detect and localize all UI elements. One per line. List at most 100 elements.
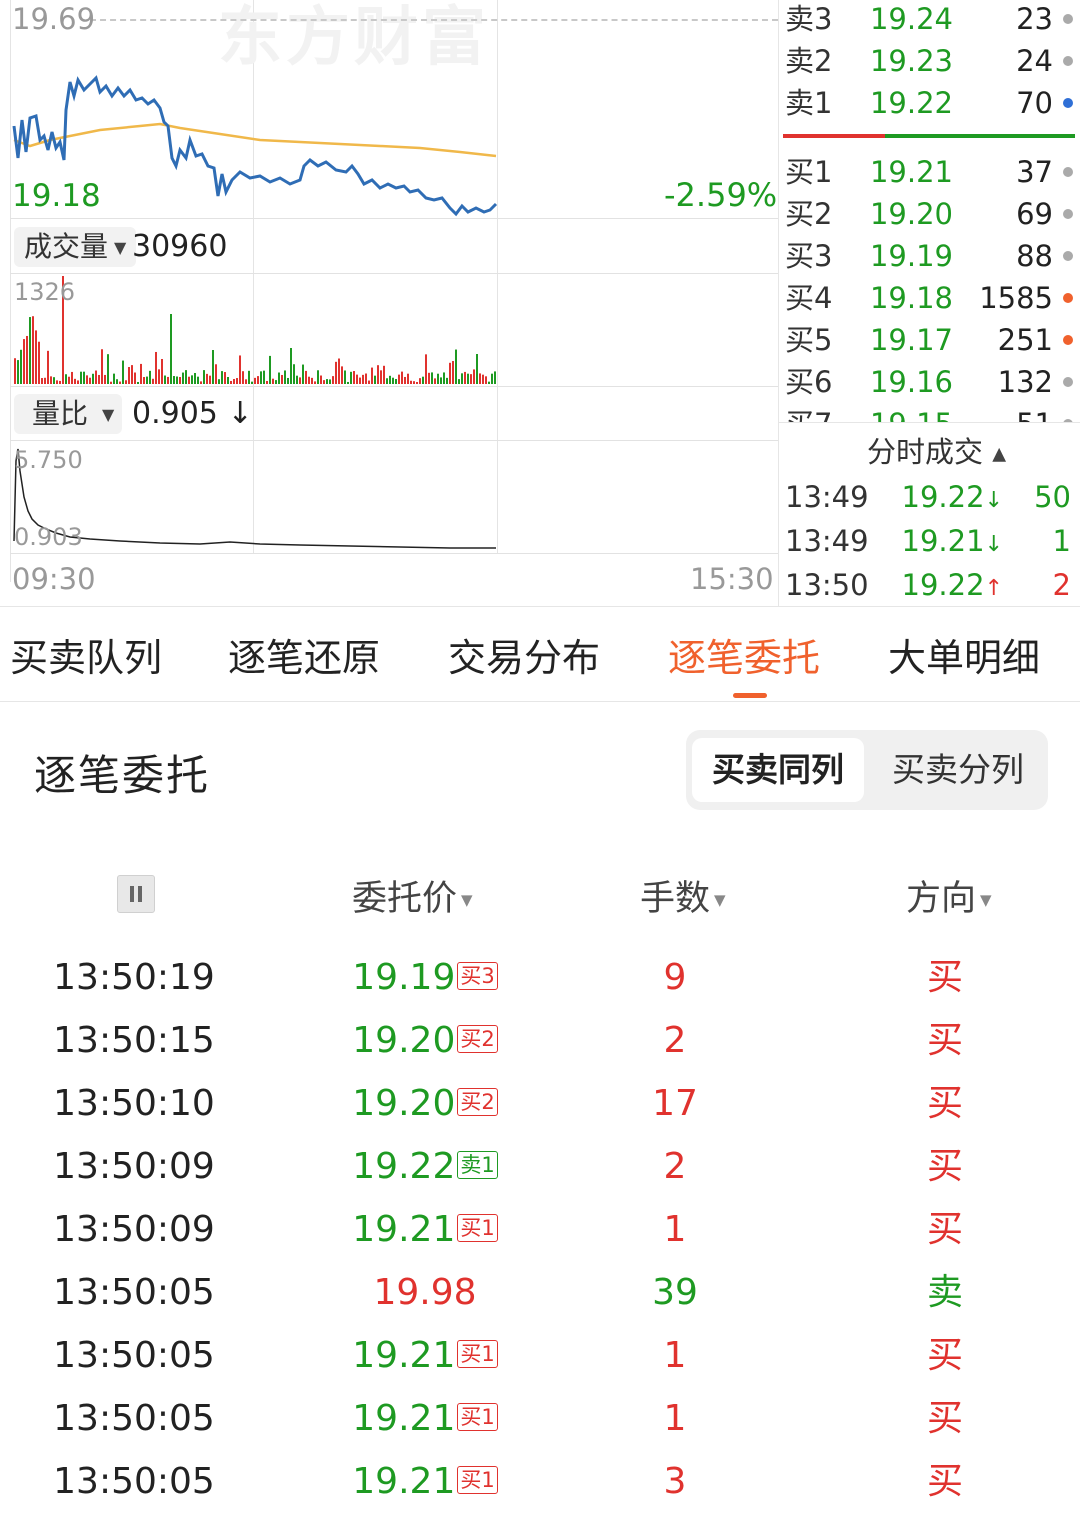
toggle-split-column[interactable]: 买卖分列 — [876, 738, 1040, 802]
header-direction[interactable]: 方向 ▼ — [906, 870, 992, 921]
layout-toggle: 买卖同列 买卖分列 — [686, 730, 1048, 810]
level-label: 买4 — [785, 281, 833, 315]
table-row[interactable]: 13:50:05 19.21 买1 3 买 — [0, 1450, 1080, 1513]
order-time: 13:50:09 — [53, 1209, 215, 1250]
order-time: 13:50:09 — [53, 1146, 215, 1187]
volume-bar — [299, 377, 301, 384]
volume-bar — [452, 361, 454, 384]
volume-bar — [353, 371, 355, 384]
table-row[interactable]: 13:50:10 19.20 买2 17 买 — [0, 1072, 1080, 1135]
volume-bar — [332, 376, 334, 384]
table-row[interactable]: 13:50:05 19.21 买1 1 买 — [0, 1387, 1080, 1450]
volume-bar — [140, 363, 142, 384]
intraday-chart[interactable]: 东方财富 19.69 19.18 -2.59% 成交量 ▼ 30960 1326 … — [0, 0, 778, 606]
volume-bar — [440, 377, 442, 384]
volume-bar — [50, 376, 52, 384]
volume-bar — [197, 376, 199, 384]
trade-time: 13:50 — [785, 568, 869, 602]
volume-bar — [356, 374, 358, 384]
tab-large-order-detail[interactable]: 大单明细 — [888, 627, 1040, 682]
volume-bar — [377, 365, 379, 384]
trade-price-value: 19.21 — [901, 524, 985, 558]
order-time: 13:50:05 — [53, 1272, 215, 1313]
volume-bar — [188, 376, 190, 384]
header-lots[interactable]: 手数 ▼ — [640, 870, 726, 921]
volume-bar — [179, 377, 181, 384]
volume-indicator-dropdown[interactable]: 成交量 ▼ — [14, 227, 137, 267]
table-row[interactable]: 13:50:05 19.98 39 卖 — [0, 1261, 1080, 1324]
volume-bar — [404, 376, 406, 384]
tab-trade-distribution[interactable]: 交易分布 — [448, 627, 600, 682]
level-price: 19.19 — [869, 239, 953, 273]
order-price: 19.20 买2 — [300, 1009, 550, 1072]
table-row[interactable]: 13:50:09 19.22 卖1 2 买 — [0, 1135, 1080, 1198]
order-book-row[interactable]: 买6 19.16 132 — [785, 361, 1075, 403]
time-sales-panel[interactable]: 分时成交 ▲ 13:49 19.22↓ 50 13:49 19.21↓ 1 13:50 19.… — [779, 422, 1080, 606]
level-price: 19.23 — [869, 44, 953, 78]
pause-icon[interactable] — [117, 875, 155, 913]
volume-bar — [239, 355, 241, 384]
order-price-value: 19.21 — [352, 1209, 456, 1250]
ratio-indicator-dropdown[interactable]: 量比 ▼ — [14, 394, 123, 434]
volume-bar — [389, 375, 391, 384]
chart-divider — [10, 386, 778, 387]
volume-bar — [29, 317, 31, 384]
header-order-price[interactable]: 委托价 ▼ — [352, 870, 473, 921]
table-row[interactable]: 13:50:19 19.19 买3 9 买 — [0, 946, 1080, 1009]
tab-tick-restore[interactable]: 逐笔还原 — [228, 627, 380, 682]
volume-bar — [428, 372, 430, 384]
tab-bid-ask-queue[interactable]: 买卖队列 — [10, 627, 162, 682]
volume-bar — [143, 377, 145, 384]
volume-bar — [104, 374, 106, 384]
time-start-label: 09:30 — [12, 562, 96, 596]
order-book-row[interactable]: 卖1 19.22 70 — [785, 82, 1075, 124]
order-book-row[interactable]: 买3 19.19 88 — [785, 235, 1075, 277]
time-sales-header[interactable]: 分时成交 ▲ — [867, 429, 1006, 471]
ratio-chart-svg — [13, 448, 496, 549]
table-row[interactable]: 13:50:15 19.20 买2 2 买 — [0, 1009, 1080, 1072]
level-dot-icon — [1063, 209, 1073, 219]
level-price: 19.18 — [869, 281, 953, 315]
volume-bar — [191, 375, 193, 384]
order-book-row[interactable]: 买4 19.18 1585 — [785, 277, 1075, 319]
price-chart-svg — [12, 75, 498, 217]
volume-bar — [173, 376, 175, 384]
volume-bar — [47, 350, 49, 384]
volume-bar — [350, 371, 352, 384]
order-book-row[interactable]: 买1 19.21 37 — [785, 151, 1075, 193]
caret-down-icon: ▼ — [980, 891, 992, 909]
volume-bar — [272, 378, 274, 384]
order-book-row[interactable]: 买2 19.20 69 — [785, 193, 1075, 235]
volume-bar — [401, 371, 403, 384]
volume-bar — [110, 381, 112, 384]
volume-bars-svg — [14, 276, 496, 384]
time-sales-row: 13:50 19.22↑ 2 — [785, 563, 1075, 606]
toggle-same-column[interactable]: 买卖同列 — [692, 738, 864, 802]
volume-bar — [146, 376, 148, 384]
ratio-indicator-label: 量比 — [32, 397, 89, 430]
time-end-label: 15:30 — [690, 562, 774, 596]
volume-bar — [227, 376, 229, 384]
header-direction-label: 方向 — [906, 879, 977, 919]
volume-bar — [473, 369, 475, 384]
order-direction: 买 — [926, 1083, 963, 1124]
volume-bar — [290, 348, 292, 384]
trade-time: 13:49 — [785, 524, 869, 558]
order-direction: 买 — [926, 1398, 963, 1439]
volume-bar — [419, 378, 421, 384]
table-row[interactable]: 13:50:09 19.21 买1 1 买 — [0, 1198, 1080, 1261]
volume-bar — [410, 380, 412, 384]
volume-bar — [41, 378, 43, 384]
order-book-row[interactable]: 买5 19.17 251 — [785, 319, 1075, 361]
volume-bar — [221, 371, 223, 384]
volume-bar — [158, 369, 160, 384]
table-row[interactable]: 13:50:05 19.21 买1 1 买 — [0, 1324, 1080, 1387]
order-price: 19.22 卖1 — [300, 1135, 550, 1198]
level-price: 19.20 — [869, 197, 953, 231]
order-time: 13:50:05 — [53, 1461, 215, 1502]
order-book-row[interactable]: 卖3 19.24 23 — [785, 0, 1075, 40]
level-volume: 69 — [1016, 197, 1053, 231]
order-book-row[interactable]: 卖2 19.23 24 — [785, 40, 1075, 82]
tab-tick-orders[interactable]: 逐笔委托 — [668, 627, 820, 682]
ratio-value: 0.905 — [132, 396, 218, 431]
